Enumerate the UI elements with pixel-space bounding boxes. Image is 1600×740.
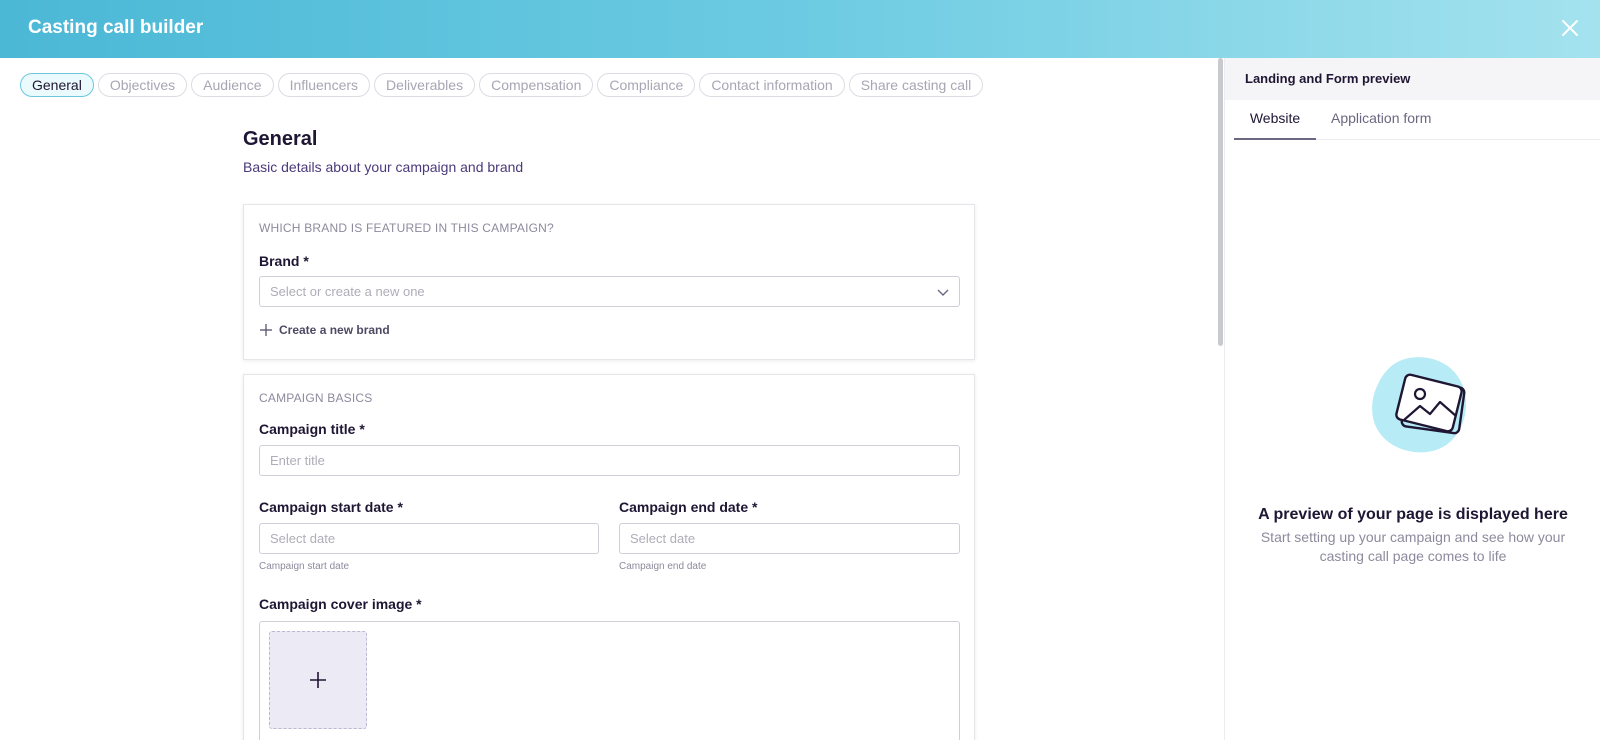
create-brand-button[interactable]: Create a new brand: [260, 323, 390, 337]
end-date-placeholder: Select date: [630, 531, 696, 546]
cover-image-upload-button[interactable]: [269, 631, 367, 729]
cover-image-label: Campaign cover image *: [259, 596, 422, 612]
brand-select[interactable]: Select or create a new one: [259, 276, 960, 307]
main-scrollbar[interactable]: [1218, 58, 1223, 346]
brand-card: WHICH BRAND IS FEATURED IN THIS CAMPAIGN…: [243, 204, 975, 360]
close-icon[interactable]: [1558, 16, 1582, 40]
section-title: General: [243, 128, 318, 150]
campaign-title-input[interactable]: Enter title: [259, 445, 960, 476]
tab-application-form[interactable]: Application form: [1331, 102, 1431, 140]
brand-section-heading: WHICH BRAND IS FEATURED IN THIS CAMPAIGN…: [259, 221, 554, 235]
tab-objectives[interactable]: Objectives: [97, 73, 188, 97]
campaign-title-placeholder: Enter title: [270, 453, 325, 468]
preview-panel: Landing and Form preview Website Applica…: [1224, 58, 1600, 740]
preview-description: Start setting up your campaign and see h…: [1260, 529, 1566, 564]
preview-heading: Landing and Form preview: [1225, 58, 1600, 100]
end-date-input[interactable]: Select date: [619, 523, 960, 554]
page-title: Casting call builder: [28, 17, 204, 38]
start-date-input[interactable]: Select date: [259, 523, 599, 554]
builder-main: General Objectives Audience Influencers …: [0, 58, 1224, 740]
tab-compensation[interactable]: Compensation: [479, 73, 594, 97]
image-placeholder-icon: [1372, 357, 1467, 453]
tab-general[interactable]: General: [20, 73, 94, 97]
section-subtitle: Basic details about your campaign and br…: [243, 159, 524, 175]
cover-image-field: [259, 621, 960, 740]
plus-icon: [260, 324, 272, 336]
header-bar: Casting call builder: [0, 0, 1600, 58]
end-date-label: Campaign end date *: [619, 499, 758, 515]
tab-website[interactable]: Website: [1234, 102, 1316, 140]
basics-section-heading: CAMPAIGN BASICS: [259, 391, 373, 405]
tab-share-casting-call[interactable]: Share casting call: [848, 73, 984, 97]
tab-deliverables[interactable]: Deliverables: [374, 73, 476, 97]
chevron-down-icon: [937, 289, 949, 296]
brand-select-placeholder: Select or create a new one: [270, 284, 425, 299]
start-date-label: Campaign start date *: [259, 499, 403, 515]
campaign-title-label: Campaign title *: [259, 421, 365, 437]
plus-icon: [310, 672, 326, 688]
preview-title: A preview of your page is displayed here: [1258, 506, 1568, 523]
preview-tabs: Website Application form: [1234, 102, 1600, 140]
start-date-placeholder: Select date: [270, 531, 336, 546]
create-brand-label: Create a new brand: [279, 323, 390, 337]
step-tabs: General Objectives Audience Influencers …: [20, 73, 984, 97]
end-date-hint: Campaign end date: [619, 561, 707, 572]
start-date-hint: Campaign start date: [259, 561, 350, 572]
tab-contact-information[interactable]: Contact information: [699, 73, 845, 97]
campaign-basics-card: CAMPAIGN BASICS Campaign title * Enter t…: [243, 374, 975, 740]
tab-audience[interactable]: Audience: [191, 73, 274, 97]
tab-influencers[interactable]: Influencers: [277, 73, 371, 97]
tab-compliance[interactable]: Compliance: [597, 73, 696, 97]
section-intro: General Basic details about your campaig…: [243, 128, 975, 175]
brand-label: Brand *: [259, 253, 309, 269]
